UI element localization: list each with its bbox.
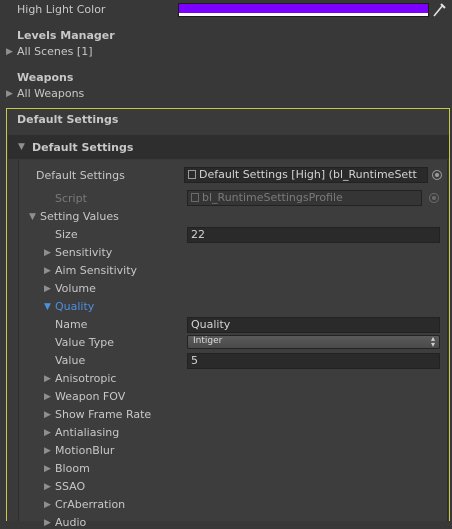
collapse-arrow-icon[interactable]: ▼: [18, 142, 25, 152]
quality-value-label: Value: [55, 354, 86, 367]
list-item[interactable]: Weapon FOV: [55, 390, 125, 403]
high-light-color-field[interactable]: [178, 3, 429, 17]
expand-arrow-icon[interactable]: ▶: [44, 464, 51, 474]
expand-arrow-icon[interactable]: ▶: [44, 374, 51, 384]
expand-arrow-icon[interactable]: ▶: [44, 500, 51, 510]
expand-arrow-icon[interactable]: ▶: [6, 47, 13, 57]
all-scenes-foldout[interactable]: All Scenes [1]: [17, 45, 92, 58]
default-settings-object-value: Default Settings [High] (bl_RuntimeSett: [199, 168, 417, 181]
quality-name-input[interactable]: Quality: [187, 317, 440, 333]
list-item[interactable]: MotionBlur: [55, 444, 114, 457]
default-settings-object-field[interactable]: Default Settings [High] (bl_RuntimeSett: [184, 167, 428, 183]
expand-arrow-icon[interactable]: ▶: [44, 446, 51, 456]
collapse-arrow-icon[interactable]: ▼: [29, 212, 36, 222]
list-item[interactable]: CrAberration: [55, 498, 125, 511]
list-item[interactable]: Sensitivity: [55, 246, 112, 259]
setting-values-foldout[interactable]: Setting Values: [40, 210, 119, 223]
script-picker-icon: [429, 193, 439, 203]
expand-arrow-icon[interactable]: ▶: [44, 410, 51, 420]
default-settings-foldout-title[interactable]: Default Settings: [32, 141, 133, 154]
all-weapons-foldout[interactable]: All Weapons: [17, 87, 84, 100]
quality-value-input[interactable]: 5: [187, 353, 440, 369]
list-item[interactable]: Aim Sensitivity: [55, 264, 137, 277]
size-label: Size: [55, 228, 78, 241]
expand-arrow-icon[interactable]: ▶: [44, 518, 51, 528]
value-type-dropdown[interactable]: Intiger ▴ ▾: [187, 335, 440, 349]
value-type-label: Value Type: [55, 336, 114, 349]
script-object-value: bl_RuntimeSettingsProfile: [202, 191, 343, 204]
expand-arrow-icon[interactable]: ▶: [44, 266, 51, 276]
list-item[interactable]: Audio: [55, 516, 86, 529]
eyedropper-icon[interactable]: [431, 2, 446, 18]
expand-arrow-icon[interactable]: ▶: [44, 482, 51, 492]
scriptable-object-icon: [188, 170, 196, 179]
weapons-header: Weapons: [17, 71, 74, 84]
dropdown-arrows-icon: ▴ ▾: [430, 334, 435, 349]
value-type-dropdown-value: Intiger: [193, 336, 223, 346]
levels-manager-header: Levels Manager: [17, 29, 115, 42]
object-picker-icon[interactable]: [432, 170, 442, 180]
color-swatch: [179, 4, 428, 13]
expand-arrow-icon[interactable]: ▶: [44, 392, 51, 402]
high-light-color-label: High Light Color: [17, 3, 106, 16]
expand-arrow-icon[interactable]: ▶: [44, 428, 51, 438]
quality-foldout[interactable]: Quality: [55, 300, 94, 313]
size-input[interactable]: 22: [187, 227, 440, 243]
default-settings-section-title: Default Settings: [17, 113, 119, 126]
quality-name-label: Name: [55, 318, 88, 331]
script-object-field: bl_RuntimeSettingsProfile: [187, 190, 422, 206]
collapse-arrow-icon[interactable]: ▼: [44, 302, 51, 312]
script-field-label: Script: [55, 192, 87, 205]
default-settings-field-label: Default Settings: [36, 169, 125, 182]
expand-arrow-icon[interactable]: ▶: [44, 284, 51, 294]
list-item[interactable]: Antialiasing: [55, 426, 119, 439]
expand-arrow-icon[interactable]: ▶: [44, 248, 51, 258]
expand-arrow-icon[interactable]: ▶: [6, 89, 13, 99]
list-item[interactable]: Bloom: [55, 462, 90, 475]
list-item[interactable]: Anisotropic: [55, 372, 116, 385]
list-item[interactable]: SSAO: [55, 480, 85, 493]
list-item[interactable]: Show Frame Rate: [55, 408, 151, 421]
list-item[interactable]: Volume: [55, 282, 96, 295]
script-icon: [191, 193, 199, 202]
